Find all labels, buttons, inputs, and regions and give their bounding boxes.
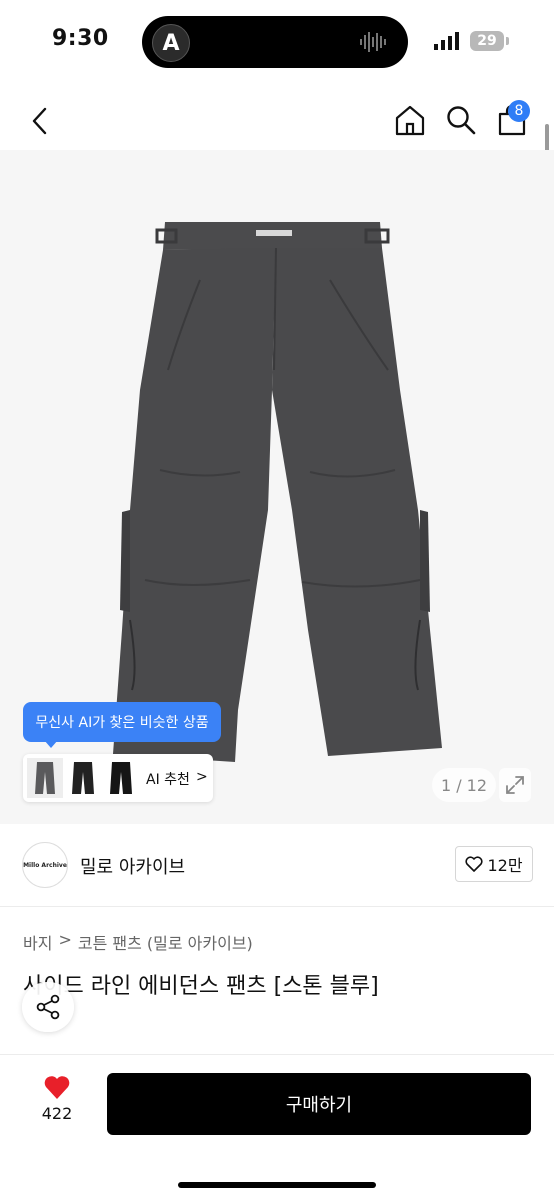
brand-logo[interactable]: Millo Archive [22, 842, 68, 888]
battery-tip [506, 37, 509, 45]
buy-button[interactable]: 구매하기 [107, 1073, 531, 1135]
heart-filled-icon [44, 1076, 70, 1099]
home-button[interactable] [392, 102, 428, 138]
share-button[interactable] [22, 982, 74, 1032]
audio-wave-icon [360, 32, 386, 52]
tooltip-arrow [44, 740, 58, 748]
back-button[interactable] [24, 104, 56, 138]
image-counter: 1 / 12 [432, 768, 496, 802]
pants-thumbnail-icon [72, 762, 94, 794]
wishlist-button[interactable]: 422 [30, 1074, 84, 1123]
brand-like-count: 12만 [487, 856, 523, 875]
divider [0, 1054, 554, 1055]
ai-recommend-button[interactable]: AI 추천 > [23, 754, 213, 802]
pants-thumbnail-icon [110, 762, 132, 794]
battery-icon: 29 [470, 31, 504, 51]
divider [0, 906, 554, 907]
expand-button[interactable] [499, 768, 531, 802]
signal-icon [434, 32, 459, 50]
breadcrumb-subcategory[interactable]: 코튼 팬츠 (밀로 아카이브) [78, 930, 253, 954]
cart-count-badge: 8 [508, 100, 530, 122]
share-icon [36, 994, 60, 1020]
dynamic-island: A [142, 16, 408, 68]
breadcrumb: 바지 > 코튼 팬츠 (밀로 아카이브) [23, 930, 253, 954]
pants-thumbnail-icon [35, 762, 55, 794]
home-indicator [178, 1182, 376, 1188]
breadcrumb-separator: > [58, 930, 72, 949]
home-icon [395, 105, 425, 136]
ai-thumbnail-1 [27, 758, 63, 798]
search-icon [447, 106, 476, 135]
brand-name[interactable]: 밀로 아카이브 [80, 853, 185, 879]
status-time: 9:30 [52, 26, 109, 51]
ai-thumbnail-3 [103, 758, 139, 798]
breadcrumb-category[interactable]: 바지 [23, 930, 52, 954]
expand-icon [506, 776, 524, 794]
chevron-right-icon: > [196, 769, 208, 785]
product-title: 사이드 라인 에비던스 팬츠 [스톤 블루] [23, 974, 379, 999]
app-logo-icon: A [152, 24, 190, 62]
ai-thumbnail-2 [65, 758, 101, 798]
brand-like-button[interactable]: 12만 [455, 846, 533, 882]
back-icon [32, 107, 47, 135]
heart-outline-icon [465, 856, 483, 872]
ai-similar-tooltip[interactable]: 무신사 AI가 찾은 비슷한 상품 [23, 702, 221, 742]
ai-recommend-label: AI 추천 [146, 772, 190, 788]
search-button[interactable] [444, 102, 478, 138]
wishlist-count: 422 [41, 1104, 73, 1123]
